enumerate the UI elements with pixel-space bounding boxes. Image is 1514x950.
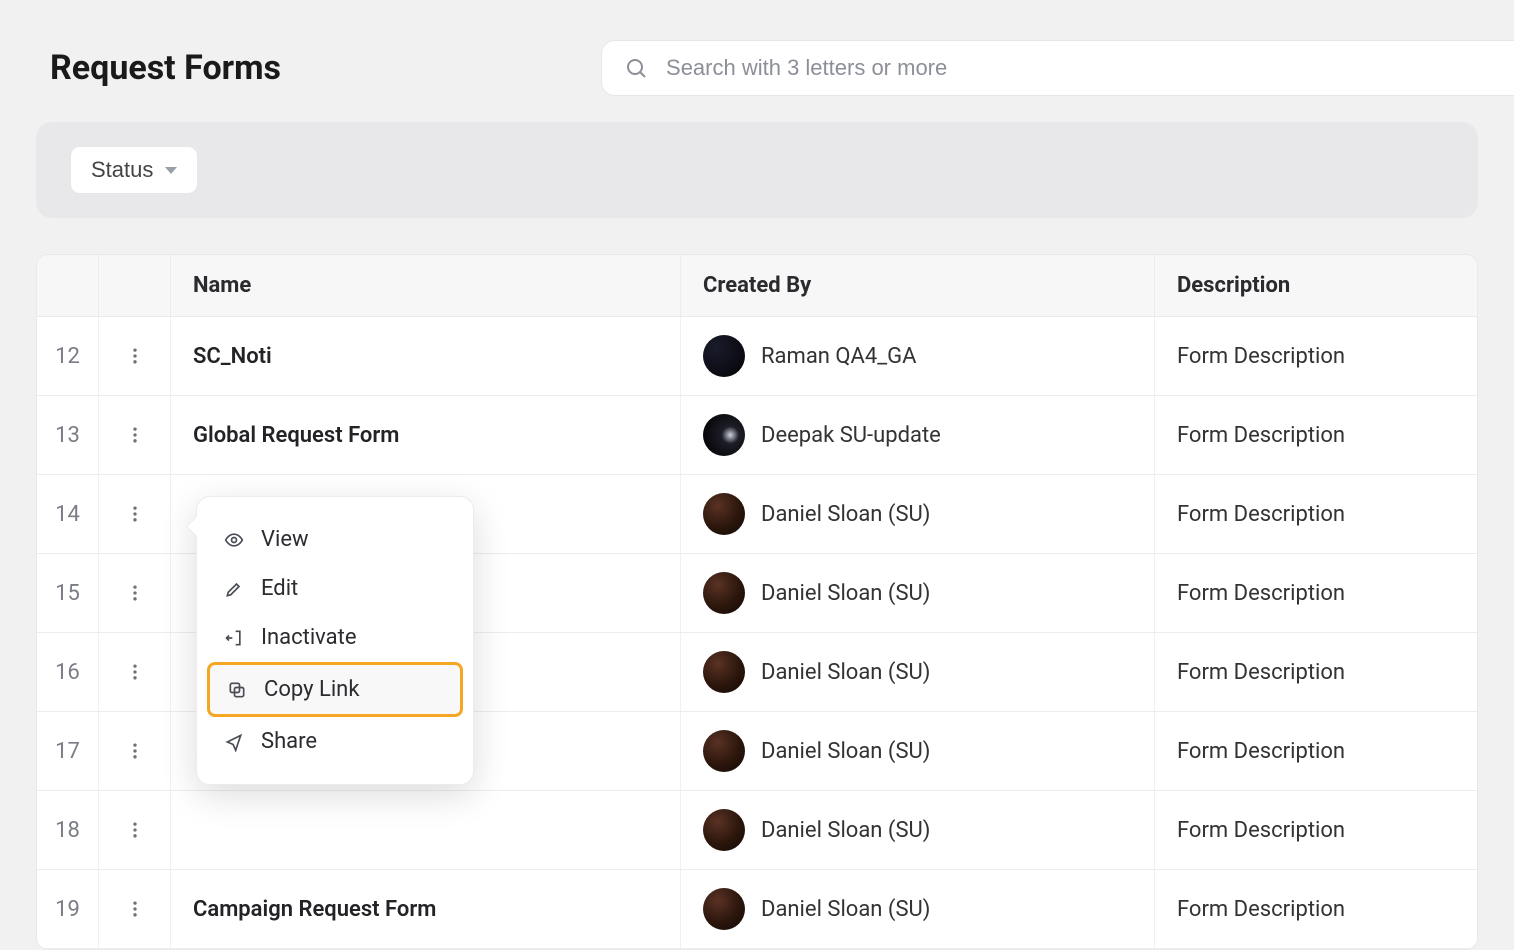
search-wrap bbox=[321, 40, 1478, 96]
table-row[interactable]: 13 Global Request Form Deepak SU-update For… bbox=[37, 396, 1477, 475]
row-context-menu: View Edit Inactivate Copy Link Share bbox=[196, 496, 474, 785]
copy-icon bbox=[226, 679, 248, 701]
row-actions-cell bbox=[99, 317, 171, 395]
col-name[interactable]: Name bbox=[171, 255, 681, 316]
col-description[interactable]: Description bbox=[1155, 255, 1477, 316]
menu-item-inactivate[interactable]: Inactivate bbox=[207, 613, 463, 662]
menu-item-label: View bbox=[261, 527, 309, 552]
menu-item-share[interactable]: Share bbox=[207, 717, 463, 766]
row-index: 17 bbox=[37, 712, 99, 790]
created-by-text: Daniel Sloan (SU) bbox=[761, 818, 930, 843]
row-description: Form Description bbox=[1155, 317, 1477, 395]
row-created-by: Daniel Sloan (SU) bbox=[681, 633, 1155, 711]
row-created-by: Daniel Sloan (SU) bbox=[681, 712, 1155, 790]
row-actions-cell bbox=[99, 712, 171, 790]
row-created-by: Daniel Sloan (SU) bbox=[681, 870, 1155, 948]
filter-bar: Status bbox=[36, 122, 1478, 218]
search-icon bbox=[624, 56, 648, 80]
row-index: 19 bbox=[37, 870, 99, 948]
row-description: Form Description bbox=[1155, 870, 1477, 948]
row-description: Form Description bbox=[1155, 791, 1477, 869]
row-actions-cell bbox=[99, 396, 171, 474]
table-row[interactable]: 19 Campaign Request Form Daniel Sloan (SU)… bbox=[37, 870, 1477, 949]
avatar bbox=[703, 414, 745, 456]
avatar bbox=[703, 335, 745, 377]
row-description: Form Description bbox=[1155, 475, 1477, 553]
created-by-text: Daniel Sloan (SU) bbox=[761, 660, 930, 685]
chevron-down-icon bbox=[165, 167, 177, 174]
kebab-menu-button[interactable] bbox=[115, 494, 155, 534]
menu-item-view[interactable]: View bbox=[207, 515, 463, 564]
page-header: Request Forms bbox=[0, 0, 1514, 96]
col-actions bbox=[99, 255, 171, 316]
col-created-by[interactable]: Created By bbox=[681, 255, 1155, 316]
pencil-icon bbox=[223, 578, 245, 600]
avatar bbox=[703, 572, 745, 614]
search-box[interactable] bbox=[601, 40, 1514, 96]
table-row[interactable]: 18 Daniel Sloan (SU) Form Description bbox=[37, 791, 1477, 870]
created-by-text: Raman QA4_GA bbox=[761, 344, 917, 369]
eye-icon bbox=[223, 529, 245, 551]
kebab-menu-button[interactable] bbox=[115, 731, 155, 771]
row-name[interactable]: SC_Noti bbox=[171, 317, 681, 395]
kebab-menu-button[interactable] bbox=[115, 573, 155, 613]
row-name[interactable] bbox=[171, 791, 681, 869]
menu-item-edit[interactable]: Edit bbox=[207, 564, 463, 613]
table-row[interactable]: 12 SC_Noti Raman QA4_GA Form Description bbox=[37, 317, 1477, 396]
row-created-by: Daniel Sloan (SU) bbox=[681, 475, 1155, 553]
row-index: 14 bbox=[37, 475, 99, 553]
avatar bbox=[703, 730, 745, 772]
row-actions-cell bbox=[99, 633, 171, 711]
row-description: Form Description bbox=[1155, 554, 1477, 632]
row-created-by: Raman QA4_GA bbox=[681, 317, 1155, 395]
row-created-by: Deepak SU-update bbox=[681, 396, 1155, 474]
row-index: 12 bbox=[37, 317, 99, 395]
kebab-menu-button[interactable] bbox=[115, 415, 155, 455]
created-by-text: Daniel Sloan (SU) bbox=[761, 739, 930, 764]
row-index: 18 bbox=[37, 791, 99, 869]
menu-item-label: Inactivate bbox=[261, 625, 357, 650]
avatar bbox=[703, 493, 745, 535]
created-by-text: Deepak SU-update bbox=[761, 423, 941, 448]
avatar bbox=[703, 809, 745, 851]
menu-item-label: Copy Link bbox=[264, 677, 359, 702]
menu-item-copy-link[interactable]: Copy Link bbox=[207, 662, 463, 717]
row-description: Form Description bbox=[1155, 712, 1477, 790]
kebab-menu-button[interactable] bbox=[115, 652, 155, 692]
row-description: Form Description bbox=[1155, 633, 1477, 711]
row-actions-cell bbox=[99, 475, 171, 553]
menu-item-label: Share bbox=[261, 729, 317, 754]
logout-icon bbox=[223, 627, 245, 649]
created-by-text: Daniel Sloan (SU) bbox=[761, 581, 930, 606]
status-filter[interactable]: Status bbox=[70, 146, 198, 194]
created-by-text: Daniel Sloan (SU) bbox=[761, 897, 930, 922]
row-actions-cell bbox=[99, 554, 171, 632]
row-name[interactable]: Campaign Request Form bbox=[171, 870, 681, 948]
table-header: Name Created By Description bbox=[37, 255, 1477, 317]
row-created-by: Daniel Sloan (SU) bbox=[681, 791, 1155, 869]
row-created-by: Daniel Sloan (SU) bbox=[681, 554, 1155, 632]
row-index: 13 bbox=[37, 396, 99, 474]
kebab-menu-button[interactable] bbox=[115, 889, 155, 929]
row-description: Form Description bbox=[1155, 396, 1477, 474]
col-index bbox=[37, 255, 99, 316]
page-title: Request Forms bbox=[50, 48, 281, 88]
row-actions-cell bbox=[99, 870, 171, 948]
menu-item-label: Edit bbox=[261, 576, 298, 601]
avatar bbox=[703, 651, 745, 693]
kebab-menu-button[interactable] bbox=[115, 336, 155, 376]
row-actions-cell bbox=[99, 791, 171, 869]
row-index: 16 bbox=[37, 633, 99, 711]
avatar bbox=[703, 888, 745, 930]
kebab-menu-button[interactable] bbox=[115, 810, 155, 850]
row-index: 15 bbox=[37, 554, 99, 632]
row-name[interactable]: Global Request Form bbox=[171, 396, 681, 474]
share-icon bbox=[223, 731, 245, 753]
search-input[interactable] bbox=[666, 55, 1514, 81]
status-filter-label: Status bbox=[91, 157, 153, 183]
created-by-text: Daniel Sloan (SU) bbox=[761, 502, 930, 527]
